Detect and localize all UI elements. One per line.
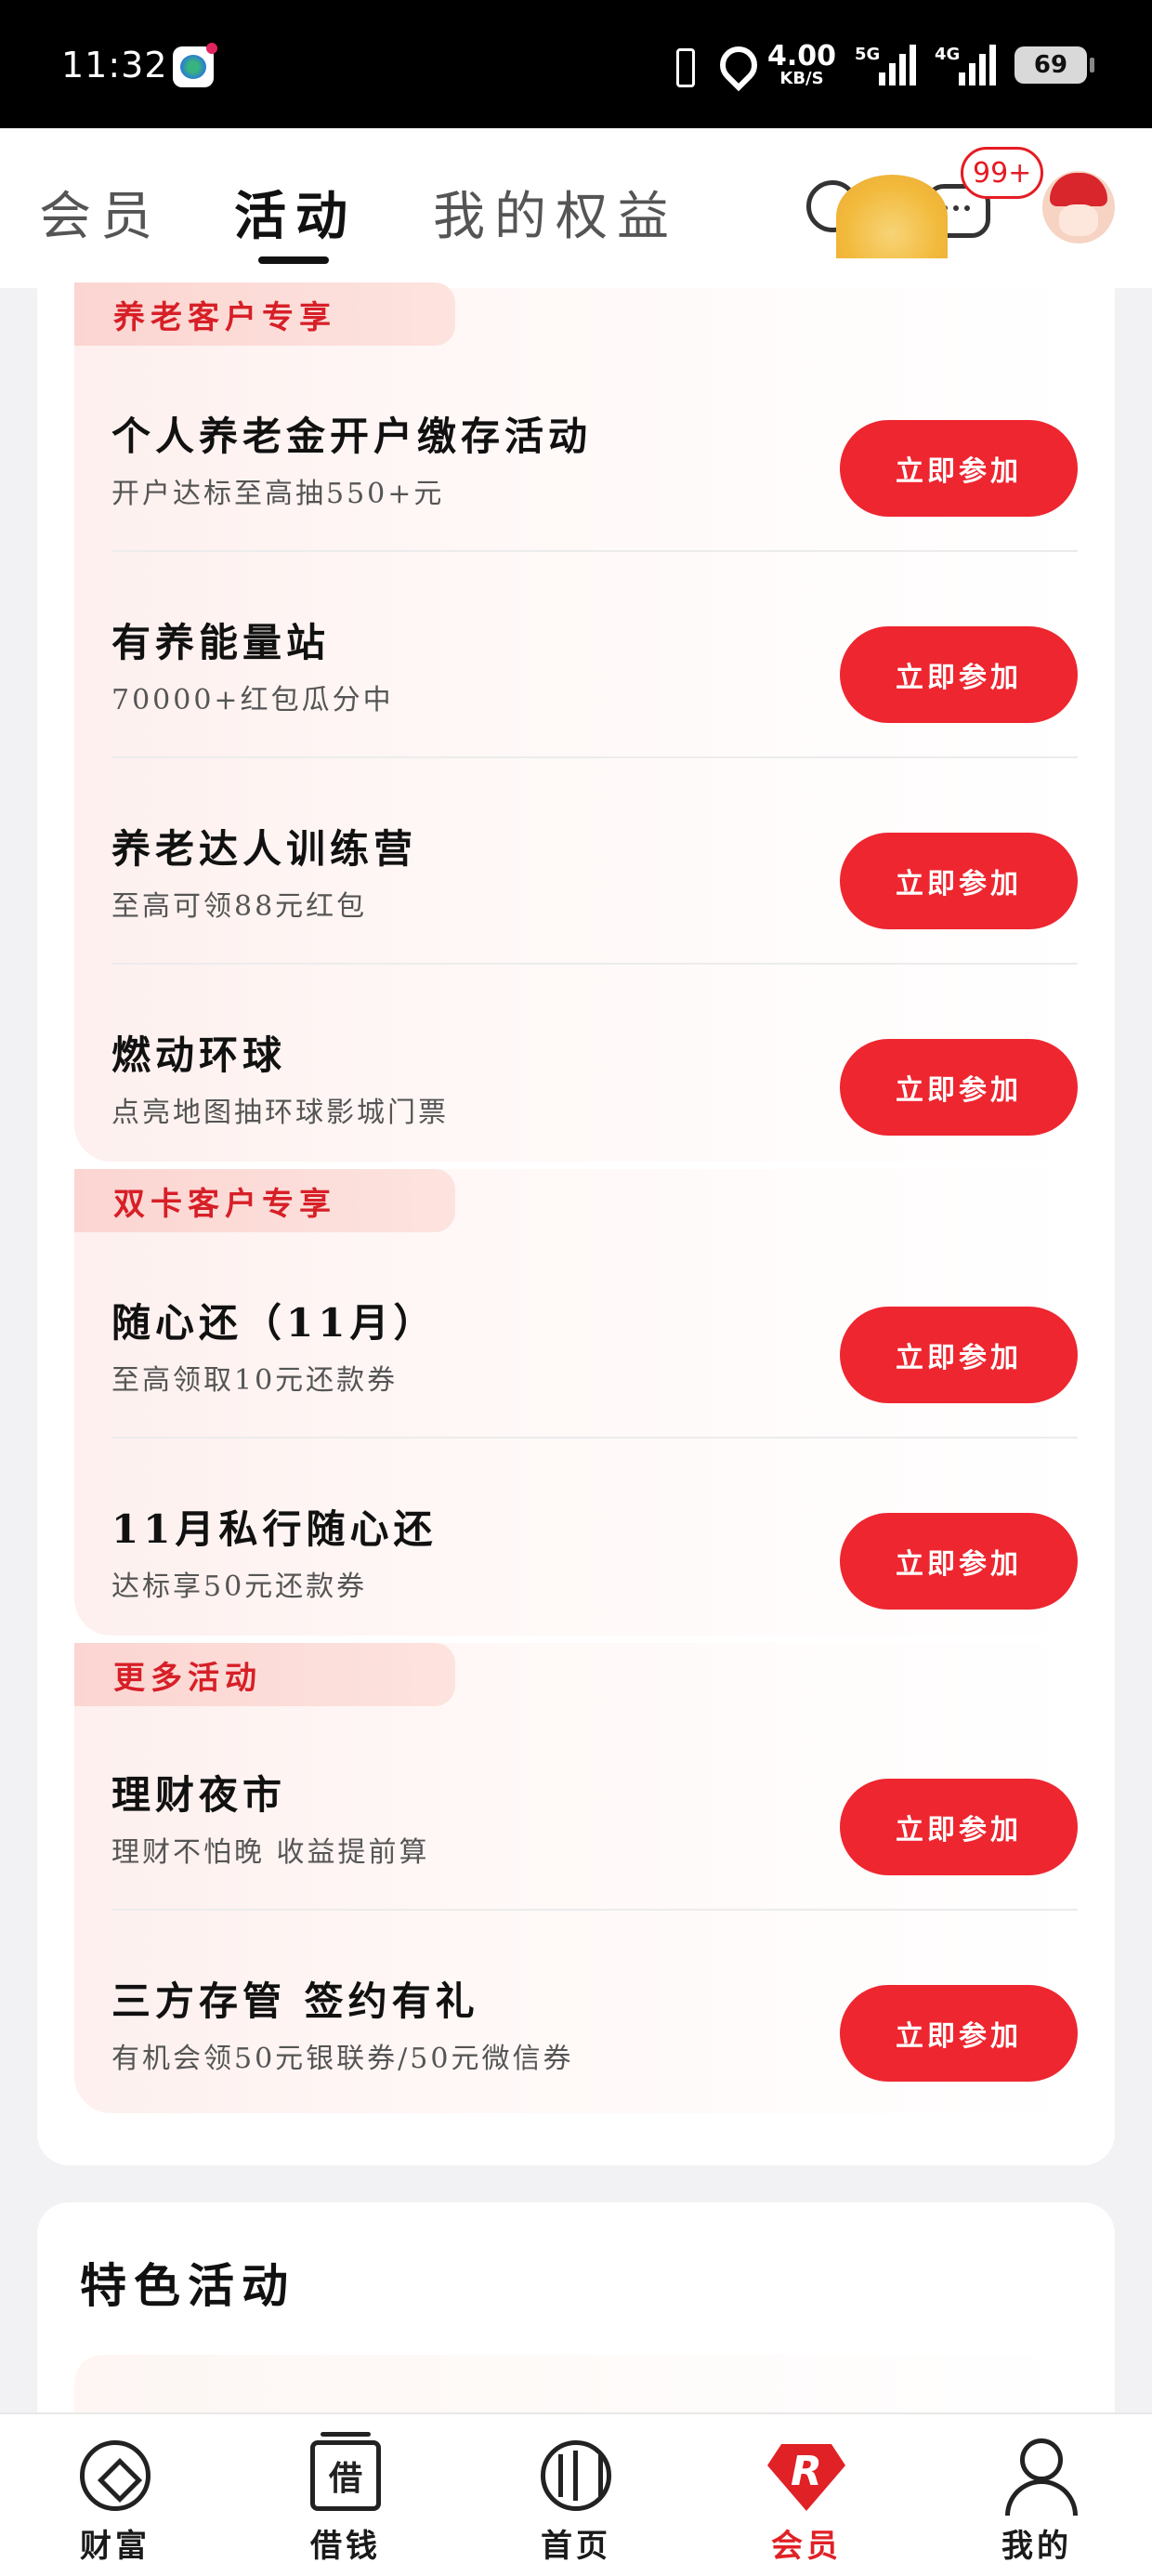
network-speed-value: 4.00 (766, 40, 836, 72)
nav-item-borrow[interactable]: 借 借钱 (230, 2414, 461, 2576)
top-navigation: 会员 活动 我的权益 99+ (0, 128, 1152, 288)
activity-subtitle: 至高可领88元红包 (111, 890, 368, 923)
mobile-app-icon (173, 43, 217, 87)
activity-subtitle: 点亮地图抽环球影城门票 (111, 1097, 449, 1129)
activity-subtitle: 至高领取10元还款券 (111, 1364, 399, 1397)
nav-item-profile[interactable]: 我的 (922, 2414, 1152, 2576)
join-now-button[interactable]: 立即参加 (840, 833, 1078, 929)
nav-label: 首页 (541, 2528, 611, 2565)
avatar[interactable] (1042, 171, 1115, 243)
list-item[interactable]: 理财夜市 理财不怕晚 收益提前算 立即参加 (111, 1704, 1081, 1911)
member-icon: R (767, 2444, 845, 2511)
signal-5g-icon: 5G (855, 45, 916, 85)
section-tag-more: 更多活动 (74, 1643, 455, 1706)
vibrate-icon (667, 45, 699, 87)
list-item[interactable]: 11月私行随心还 达标享50元还款券 立即参加 (111, 1439, 1081, 1645)
nav-item-wealth[interactable]: 财富 (0, 2414, 230, 2576)
signal-4g-icon: 4G (935, 45, 996, 85)
nav-label: 财富 (80, 2528, 151, 2565)
activity-subtitle: 有机会领50元银联券/50元微信券 (111, 2043, 574, 2075)
activity-subtitle: 开户达标至高抽550+元 (111, 478, 445, 510)
signal-5g-label: 5G (855, 45, 881, 64)
status-bar: 11:32 4.00 KB/S 5G 4G 69 (0, 0, 1152, 128)
activity-subtitle: 达标享50元还款券 (111, 1571, 368, 1603)
network-speed-unit: KB/S (779, 69, 824, 88)
list-item[interactable]: 随心还（11月） 至高领取10元还款券 立即参加 (111, 1232, 1081, 1439)
nav-item-member[interactable]: R 会员 (691, 2414, 922, 2576)
join-now-button[interactable]: 立即参加 (840, 1985, 1078, 2082)
profile-icon (1001, 2437, 1078, 2516)
activity-subtitle: 70000+红包瓜分中 (111, 684, 394, 716)
message-count-badge: 99+ (961, 147, 1044, 199)
bottom-navigation: 财富 借 借钱 首页 R 会员 我的 (0, 2412, 1152, 2576)
tab-activities[interactable]: 活动 (234, 175, 357, 250)
member-icon-glyph: R (791, 2448, 822, 2495)
tab-my-benefits[interactable]: 我的权益 (433, 175, 678, 250)
borrow-icon: 借 (310, 2432, 381, 2511)
network-speed: 4.00 KB/S (767, 43, 836, 87)
tab-member[interactable]: 会员 (39, 175, 162, 250)
signal-4g-label: 4G (935, 45, 961, 64)
wealth-icon (80, 2440, 151, 2511)
join-now-button[interactable]: 立即参加 (840, 420, 1078, 517)
activity-title: 11月私行随心还 (111, 1506, 438, 1552)
list-item[interactable]: 个人养老金开户缴存活动 开户达标至高抽550+元 立即参加 (111, 346, 1081, 552)
nav-label: 我的 (1001, 2528, 1072, 2565)
join-now-button[interactable]: 立即参加 (840, 1779, 1078, 1875)
section-title: 特色活动 (80, 2258, 295, 2313)
nav-item-home[interactable]: 首页 (461, 2414, 691, 2576)
list-item[interactable]: 燃动环球 点亮地图抽环球影城门票 立即参加 (111, 965, 1081, 1171)
list-item[interactable]: 三方存管 签约有礼 有机会领50元银联券/50元微信券 立即参加 (111, 1911, 1081, 2117)
activity-title: 养老达人训练营 (111, 826, 418, 872)
activity-title: 燃动环球 (111, 1032, 287, 1078)
nav-label: 借钱 (310, 2528, 381, 2565)
battery-icon: 69 (1015, 46, 1094, 84)
activity-title: 个人养老金开户缴存活动 (111, 414, 593, 459)
section-tag-dual-card: 双卡客户专享 (74, 1169, 455, 1232)
join-now-button[interactable]: 立即参加 (840, 1513, 1078, 1610)
activity-title: 理财夜市 (111, 1772, 287, 1818)
nav-label: 会员 (771, 2528, 842, 2565)
section-tag-pension: 养老客户专享 (74, 283, 455, 346)
join-now-button[interactable]: 立即参加 (840, 626, 1078, 723)
list-item[interactable]: 有养能量站 70000+红包瓜分中 立即参加 (111, 552, 1081, 758)
join-now-button[interactable]: 立即参加 (840, 1307, 1078, 1403)
active-tab-indicator (258, 256, 329, 264)
activity-title: 有养能量站 (111, 620, 331, 665)
location-icon (717, 45, 749, 85)
list-item[interactable]: 养老达人训练营 至高可领88元红包 立即参加 (111, 758, 1081, 965)
status-indicators: 4.00 KB/S 5G 4G 69 (667, 37, 1094, 93)
activity-title: 三方存管 签约有礼 (111, 1978, 479, 2024)
activity-title: 随心还（11月） (111, 1300, 438, 1346)
home-icon (541, 2440, 611, 2511)
activity-subtitle: 理财不怕晚 收益提前算 (111, 1836, 430, 1869)
join-now-button[interactable]: 立即参加 (840, 1039, 1078, 1136)
banner-illustration (836, 175, 948, 258)
status-time: 11:32 (61, 45, 168, 85)
